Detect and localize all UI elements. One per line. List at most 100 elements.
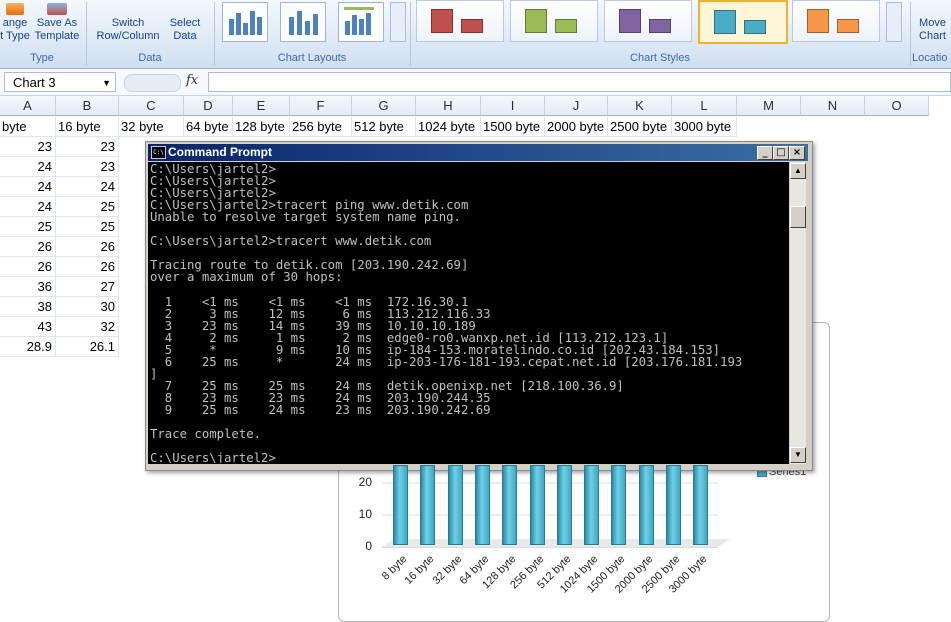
cell-b[interactable]: 25: [56, 217, 119, 237]
cell-a[interactable]: 24: [0, 157, 56, 177]
cell-a[interactable]: 25: [0, 217, 56, 237]
cell-a[interactable]: 26: [0, 257, 56, 277]
cell-a[interactable]: 28.9: [0, 337, 56, 357]
group-label-location: Locatio: [912, 52, 948, 64]
bar[interactable]: [584, 465, 600, 545]
column-header-g[interactable]: G: [352, 96, 416, 116]
cell-b[interactable]: 23: [56, 137, 119, 157]
column-header-o[interactable]: O: [865, 96, 929, 116]
column-header-k[interactable]: K: [608, 96, 672, 116]
change-chart-type-button[interactable]: ange t Type: [0, 0, 30, 50]
chart-style-5[interactable]: [792, 0, 880, 42]
cmd-icon[interactable]: C:\: [151, 146, 166, 159]
close-button[interactable]: ×: [789, 146, 805, 160]
scroll-up-button[interactable]: ▲: [790, 163, 806, 179]
style-bar-short: [555, 19, 577, 33]
cell-b[interactable]: 26.1: [56, 337, 119, 357]
column-header-a[interactable]: A: [0, 96, 56, 116]
style-bar-short: [461, 19, 483, 33]
maximize-button[interactable]: □: [773, 146, 789, 160]
column-header-n[interactable]: N: [801, 96, 865, 116]
bar[interactable]: [556, 465, 572, 545]
chart-style-2[interactable]: [510, 0, 598, 42]
column-header-d[interactable]: D: [184, 96, 233, 116]
cell-b[interactable]: 23: [56, 157, 119, 177]
move-chart-button[interactable]: Move Chart: [914, 0, 951, 50]
bar[interactable]: [638, 465, 654, 545]
header-cell[interactable]: 512 byte: [352, 117, 416, 137]
cell-b[interactable]: 24: [56, 177, 119, 197]
layouts-gallery-scroll[interactable]: [390, 2, 406, 42]
bar[interactable]: [420, 465, 436, 545]
bar[interactable]: [611, 465, 627, 545]
bar[interactable]: [474, 465, 490, 545]
scroll-thumb[interactable]: [790, 206, 806, 228]
header-cell[interactable]: 128 byte: [233, 117, 290, 137]
header-cell[interactable]: 3000 byte: [672, 117, 737, 137]
bar[interactable]: [666, 465, 681, 545]
chart-style-4[interactable]: [698, 0, 788, 44]
cell-a[interactable]: 24: [0, 177, 56, 197]
header-cell[interactable]: 256 byte: [290, 117, 352, 137]
header-cell[interactable]: 2500 byte: [608, 117, 672, 137]
cell-a[interactable]: 43: [0, 317, 56, 337]
cell-a[interactable]: 38: [0, 297, 56, 317]
chart-style-3[interactable]: [604, 0, 692, 42]
function-icon[interactable]: fx: [186, 73, 198, 88]
bar[interactable]: [502, 465, 518, 545]
cell-b[interactable]: 30: [56, 297, 119, 317]
cell-b[interactable]: 25: [56, 197, 119, 217]
column-header-e[interactable]: E: [233, 96, 290, 116]
header-cell[interactable]: 32 byte: [119, 117, 184, 137]
styles-gallery-scroll[interactable]: [886, 2, 902, 42]
style-bar-tall: [431, 9, 453, 33]
scroll-down-button[interactable]: ▼: [790, 447, 806, 463]
column-header-f[interactable]: F: [290, 96, 352, 116]
chart-layout-3[interactable]: [338, 2, 384, 42]
column-header-m[interactable]: M: [737, 96, 801, 116]
group-label-chart-styles: Chart Styles: [630, 52, 690, 64]
y-tick-label: 0: [365, 539, 372, 553]
style-bar-tall: [714, 10, 736, 34]
chevron-down-icon[interactable]: ▼: [102, 73, 111, 93]
cell-b[interactable]: 26: [56, 237, 119, 257]
chart-style-1[interactable]: [416, 0, 504, 42]
cell-a[interactable]: 26: [0, 237, 56, 257]
cell-b[interactable]: 26: [56, 257, 119, 277]
header-cell[interactable]: 2000 byte: [545, 117, 608, 137]
header-cell[interactable]: 16 byte: [56, 117, 119, 137]
chart-layout-2[interactable]: [280, 2, 326, 42]
formula-input[interactable]: [208, 72, 951, 92]
save-as-template-button[interactable]: Save As Template: [32, 0, 82, 50]
column-header-i[interactable]: I: [481, 96, 545, 116]
column-header-b[interactable]: B: [56, 96, 119, 116]
bar[interactable]: [447, 465, 463, 545]
column-header-c[interactable]: C: [119, 96, 184, 116]
bar[interactable]: [393, 465, 408, 545]
chart-layout-1[interactable]: [222, 2, 268, 42]
header-cell[interactable]: 1024 byte: [416, 117, 481, 137]
bar[interactable]: [529, 465, 545, 545]
cell-a[interactable]: 24: [0, 197, 56, 217]
cell-a[interactable]: 36: [0, 277, 56, 297]
minimize-icon: _: [762, 147, 768, 158]
style-bar-short: [837, 19, 859, 33]
column-header-l[interactable]: L: [672, 96, 737, 116]
switch-row-column-button[interactable]: Switch Row/Column: [92, 0, 164, 50]
header-cell[interactable]: 64 byte: [184, 117, 233, 137]
bar[interactable]: [693, 465, 709, 545]
formula-bar-splitter[interactable]: [124, 74, 181, 92]
cell-b[interactable]: 27: [56, 277, 119, 297]
column-header-j[interactable]: J: [545, 96, 608, 116]
header-cell[interactable]: byte: [0, 117, 56, 137]
header-cell[interactable]: 1500 byte: [481, 117, 545, 137]
console-output[interactable]: C:\Users\jartel2> C:\Users\jartel2> C:\U…: [150, 163, 788, 463]
minimize-button[interactable]: _: [757, 146, 773, 160]
select-data-button[interactable]: Select Data: [166, 0, 204, 50]
column-header-h[interactable]: H: [416, 96, 481, 116]
name-box[interactable]: Chart 3 ▼: [4, 72, 116, 92]
arrow-up-icon: ▲: [794, 166, 802, 175]
cell-a[interactable]: 23: [0, 137, 56, 157]
layout-thumb-icon: [229, 11, 262, 35]
cell-b[interactable]: 32: [56, 317, 119, 337]
